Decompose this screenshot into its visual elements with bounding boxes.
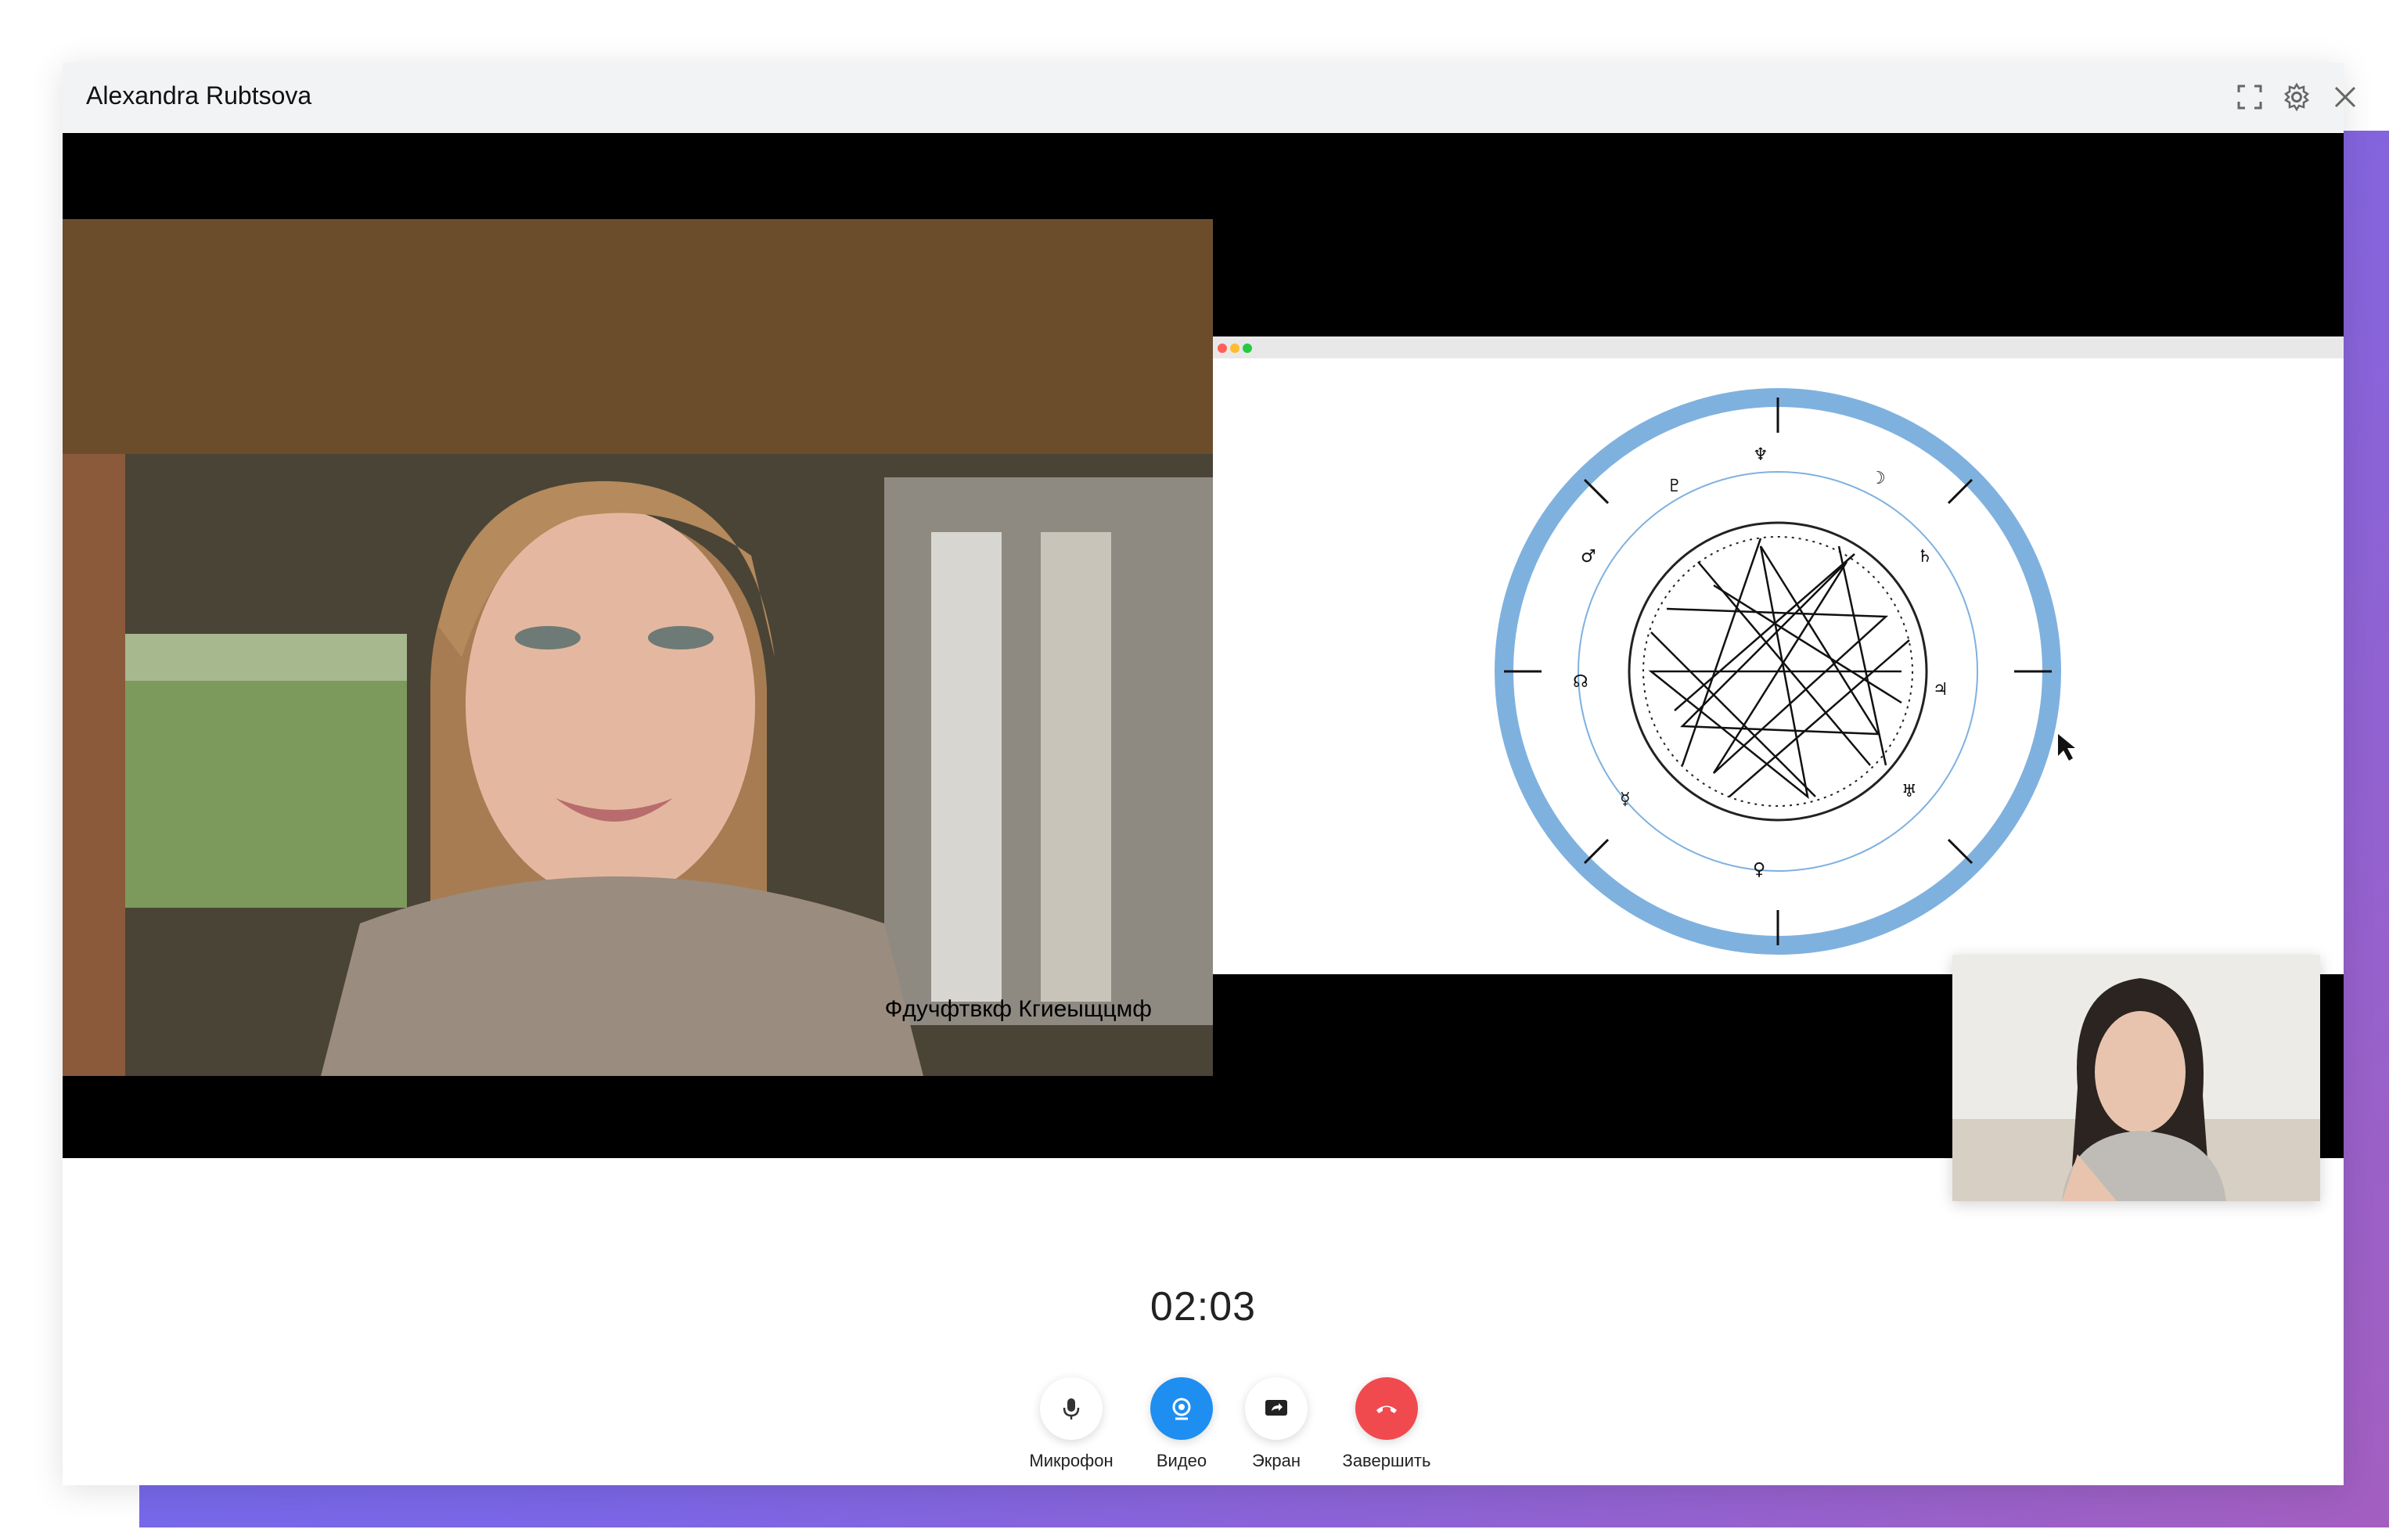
end-call-button[interactable] bbox=[1355, 1377, 1418, 1440]
shared-window-titlebar bbox=[1213, 336, 2344, 358]
svg-text:♂: ♂ bbox=[1581, 547, 1596, 567]
svg-text:♃: ♃ bbox=[1933, 680, 1948, 700]
window-title: Alexandra Rubtsova bbox=[86, 81, 312, 110]
screen-share-button[interactable] bbox=[1245, 1377, 1308, 1440]
window-maximize-dot bbox=[1243, 344, 1252, 353]
hang-up-icon bbox=[1376, 1405, 1397, 1413]
screen-control: Экран bbox=[1221, 1377, 1331, 1471]
microphone-button[interactable] bbox=[1040, 1377, 1103, 1440]
svg-text:♄: ♄ bbox=[1917, 547, 1933, 567]
svg-text:♀: ♀ bbox=[1753, 860, 1765, 880]
participant-caption: Фдучфтвкф Кгиеыщцмф bbox=[884, 996, 1152, 1022]
microphone-control: Микрофон bbox=[1016, 1377, 1126, 1471]
video-call-window: Alexandra Rubtsova Фдучфтвкф Кгиеыщцмф ♆… bbox=[63, 63, 2356, 1485]
astrology-chart-image: ♆ ☽ ♄ ♃ ♅ ♀ ☿ ☊ ♂ ♇ bbox=[1495, 388, 2075, 955]
svg-text:☿: ☿ bbox=[1620, 790, 1631, 809]
end-call-label: Завершить bbox=[1342, 1451, 1431, 1470]
svg-text:♆: ♆ bbox=[1753, 445, 1768, 465]
video-button[interactable] bbox=[1150, 1377, 1213, 1440]
gear-icon[interactable] bbox=[2281, 81, 2312, 113]
close-icon[interactable] bbox=[2330, 81, 2361, 113]
video-control: Видео bbox=[1127, 1377, 1236, 1471]
video-stage: Фдучфтвкф Кгиеыщцмф ♆ ☽ ♄ ♃ ♅ ♀ ☿ ☊ ♂ ♇ bbox=[63, 133, 2344, 1201]
microphone-icon bbox=[1063, 1398, 1080, 1419]
window-close-dot bbox=[1218, 344, 1227, 353]
self-view-frame bbox=[1952, 955, 2320, 1201]
end-call-control: Завершить bbox=[1332, 1377, 1441, 1471]
screen-share-view: ♆ ☽ ♄ ♃ ♅ ♀ ☿ ☊ ♂ ♇ bbox=[1213, 336, 2344, 974]
svg-text:♇: ♇ bbox=[1667, 477, 1682, 496]
self-view-video[interactable] bbox=[1952, 955, 2320, 1201]
participant-video-frame bbox=[63, 219, 1213, 1076]
screen-share-icon bbox=[1265, 1400, 1287, 1416]
call-timer: 02:03 bbox=[1150, 1284, 1257, 1330]
title-bar: Alexandra Rubtsova bbox=[63, 63, 2356, 133]
main-video-feed: Фдучфтвкф Кгиеыщцмф bbox=[63, 219, 1213, 1076]
svg-text:♅: ♅ bbox=[1901, 782, 1917, 801]
svg-text:☊: ☊ bbox=[1573, 672, 1588, 692]
fullscreen-icon[interactable] bbox=[2234, 81, 2265, 113]
svg-text:☽: ☽ bbox=[1870, 469, 1886, 488]
window-minimize-dot bbox=[1230, 344, 1239, 353]
video-label: Видео bbox=[1156, 1451, 1207, 1470]
camera-icon bbox=[1172, 1398, 1191, 1420]
screen-label: Экран bbox=[1251, 1451, 1301, 1470]
microphone-label: Микрофон bbox=[1029, 1451, 1114, 1470]
